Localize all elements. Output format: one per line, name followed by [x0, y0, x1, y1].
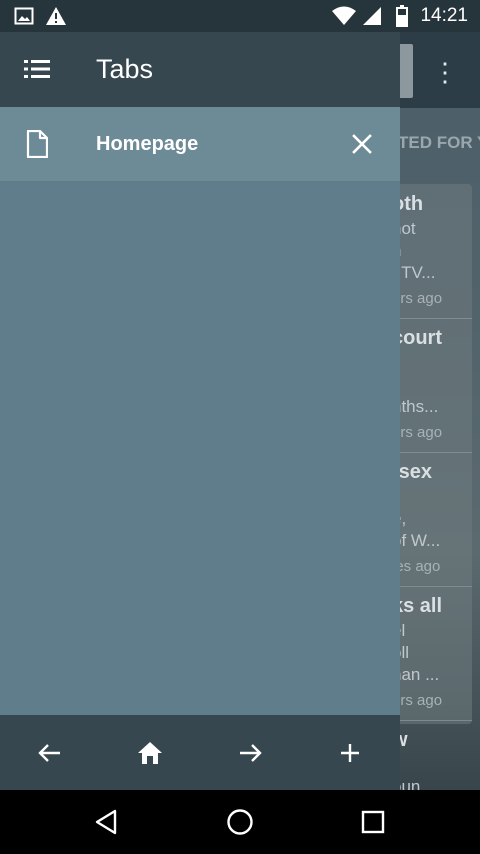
- background-card-line: oll: [392, 643, 410, 662]
- background-card-line: [392, 754, 480, 776]
- more-vert-icon: ⋮: [432, 57, 458, 87]
- background-card-title: -sex: [392, 461, 433, 483]
- background-divider: [392, 720, 472, 721]
- battery-icon: [392, 0, 412, 32]
- background-divider: [392, 318, 472, 319]
- tabs-drawer: Tabs Homepage: [0, 32, 400, 790]
- background-card-line: [392, 352, 480, 374]
- background-card-age: urs ago: [392, 290, 443, 307]
- background-card-line: [392, 486, 480, 508]
- list-icon[interactable]: [18, 50, 56, 88]
- tab-item[interactable]: Homepage: [0, 107, 400, 181]
- background-section-header: TED FOR Y: [398, 133, 480, 152]
- cell-signal-icon: [360, 0, 384, 32]
- background-card-line: nths...: [392, 397, 439, 416]
- background-card-line: [392, 374, 480, 396]
- background-card-age: urs ago: [392, 692, 443, 709]
- forward-arrow-icon[interactable]: [200, 715, 300, 790]
- background-card: -sex e, of W... ies ago: [392, 458, 480, 578]
- tab-label: Homepage: [96, 133, 199, 155]
- background-card-age: ies ago: [392, 558, 441, 575]
- image-notification-icon: [12, 0, 36, 32]
- document-icon: [22, 129, 52, 159]
- background-card-title: oth: [392, 193, 424, 215]
- background-card-line: n: [392, 240, 480, 262]
- background-card-line: not: [392, 219, 416, 238]
- background-card: ks all el oll han ... urs ago: [392, 592, 480, 712]
- background-divider: [392, 452, 472, 453]
- wifi-icon: [330, 0, 358, 32]
- back-triangle-icon[interactable]: [66, 790, 146, 854]
- background-card-line: el: [392, 620, 480, 642]
- drawer-bottom-bar: [0, 715, 400, 790]
- back-arrow-icon[interactable]: [0, 715, 100, 790]
- background-card-title: ks all: [392, 595, 443, 617]
- background-divider: [392, 586, 472, 587]
- background-card-line: han ...: [392, 665, 440, 684]
- status-time: 14:21: [420, 5, 468, 26]
- warning-icon: [44, 0, 68, 32]
- background-card: oth not n t TV... urs ago: [392, 190, 480, 310]
- close-icon[interactable]: [344, 126, 380, 162]
- system-nav-bar: [0, 790, 480, 854]
- home-icon[interactable]: [100, 715, 200, 790]
- background-card-title: court: [392, 327, 442, 349]
- background-card: w oun: [392, 726, 480, 798]
- status-bar: 14:21: [0, 0, 480, 32]
- drawer-title: Tabs: [96, 54, 154, 84]
- drawer-header: Tabs: [0, 32, 400, 107]
- recents-square-icon[interactable]: [333, 790, 413, 854]
- background-card-age: urs ago: [392, 424, 443, 441]
- background-card-line: t TV...: [392, 263, 436, 282]
- background-card-line: e,: [392, 508, 480, 530]
- home-circle-icon[interactable]: [200, 790, 280, 854]
- background-card: court nths... urs ago: [392, 324, 480, 444]
- background-card-line: of W...: [392, 531, 441, 550]
- background-card-title: w: [392, 726, 480, 754]
- add-icon[interactable]: [300, 715, 400, 790]
